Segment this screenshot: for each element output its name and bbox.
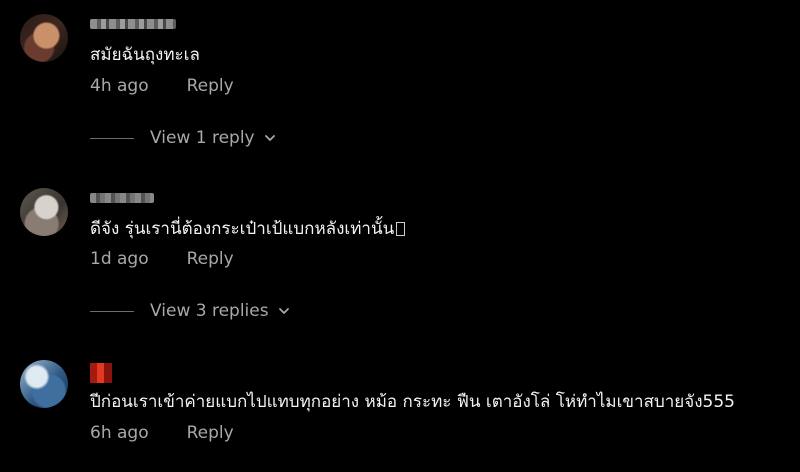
avatar[interactable] xyxy=(20,188,68,236)
timestamp: 6h ago xyxy=(90,423,149,443)
username-blurred[interactable] xyxy=(90,193,154,203)
chevron-down-icon xyxy=(264,135,275,141)
username-blurred[interactable] xyxy=(90,19,176,29)
view-replies-button[interactable]: View 1 reply xyxy=(90,127,277,149)
timestamp: 4h ago xyxy=(90,76,149,96)
chevron-down-icon xyxy=(278,308,289,314)
comment-text-content: ดีจัง รุ่นเรานี่ต้องกระเป๋าเป้แบกหลังเท่… xyxy=(90,219,395,239)
view-replies-label: View 1 reply xyxy=(150,128,255,148)
comment-meta: 1d ago Reply xyxy=(90,248,234,270)
comment-meta: 4h ago Reply xyxy=(90,75,234,97)
view-replies-button[interactable]: View 3 replies xyxy=(90,300,291,322)
reply-button[interactable]: Reply xyxy=(187,76,234,96)
missing-emoji-icon xyxy=(396,222,406,236)
view-replies-label: View 3 replies xyxy=(150,301,269,321)
comment-meta: 6h ago Reply xyxy=(90,422,234,444)
avatar[interactable] xyxy=(20,360,68,408)
comment-text: สมัยฉันถุงทะเล xyxy=(90,45,200,65)
username-blurred[interactable] xyxy=(90,363,112,383)
divider-line xyxy=(90,310,134,312)
timestamp: 1d ago xyxy=(90,249,149,269)
comment-text: ปีก่อนเราเข้าค่ายแบกไปแทบทุกอย่าง หม้อ ก… xyxy=(90,392,735,412)
divider-line xyxy=(90,137,134,139)
avatar[interactable] xyxy=(20,14,68,62)
comment-text: ดีจัง รุ่นเรานี่ต้องกระเป๋าเป้แบกหลังเท่… xyxy=(90,218,406,240)
reply-button[interactable]: Reply xyxy=(187,249,234,269)
reply-button[interactable]: Reply xyxy=(187,423,234,443)
